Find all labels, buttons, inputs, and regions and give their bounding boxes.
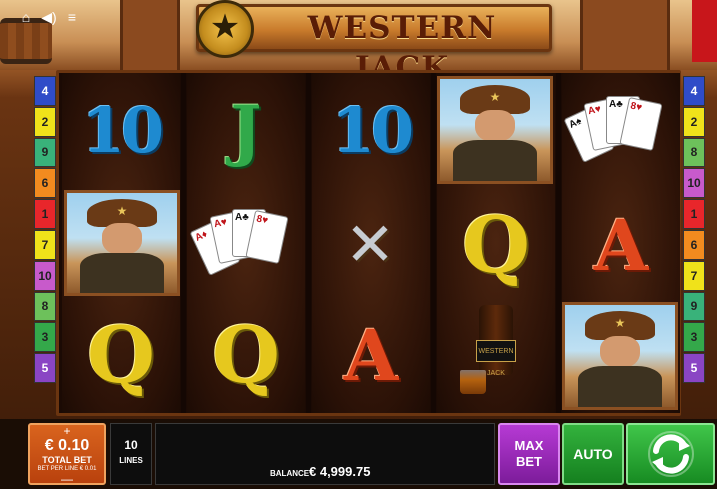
spin-button[interactable] (626, 423, 715, 485)
bet-value: € 0.10 (44, 437, 90, 454)
payline-marker: 3 (34, 322, 56, 353)
symbol-cowboy: ★ (437, 76, 553, 184)
symbol-cowboy: ★ (562, 302, 678, 410)
spin-icon (647, 431, 694, 477)
symbol-cards: A♦ A♥ A♣ 8♥ (189, 205, 298, 285)
payline-marker: 1 (34, 199, 56, 229)
payline-marker: 5 (683, 353, 705, 383)
menu-icon[interactable]: ≡ (64, 9, 80, 25)
bottle-label: WESTERN JACK (476, 340, 516, 377)
corner-flag (692, 0, 717, 62)
payline-marker: 8 (683, 137, 705, 168)
payline-marker: 2 (683, 106, 705, 137)
sound-icon[interactable]: ◀) (41, 9, 57, 25)
balance-value: € 4,999.75 (309, 464, 371, 479)
whiskey-glass-icon (460, 370, 486, 394)
total-bet-label: TOTAL BET (42, 455, 92, 465)
reel-separator (306, 73, 311, 413)
auto-button[interactable]: AUTO (562, 423, 624, 485)
payline-marker: 1 (683, 199, 705, 229)
payline-marker: 2 (34, 106, 56, 137)
payline-markers-left: 4 2 9 6 1 7 10 8 3 5 (34, 76, 56, 384)
star-icon: ★ (209, 8, 241, 46)
reel-separator (431, 73, 436, 413)
reel-separator (181, 73, 186, 413)
home-icon[interactable]: ⌂ (18, 9, 34, 25)
payline-marker: 4 (683, 76, 705, 106)
symbol-ten: 10 (331, 93, 414, 167)
reel-separator (556, 73, 561, 413)
symbol-ten: 10 (81, 93, 164, 167)
lines-value: 10 (124, 438, 138, 452)
bet-increase-button[interactable]: + (30, 425, 104, 437)
max-bet-button[interactable]: MAX BET (498, 423, 560, 485)
payline-marker: 9 (683, 291, 705, 322)
payline-marker: 3 (683, 322, 705, 353)
balance-label: BALANCE (270, 469, 310, 478)
symbol-ace: A (343, 313, 399, 397)
lines-control[interactable]: 10 LINES (110, 423, 152, 485)
symbol-queen: Q (87, 309, 155, 401)
payline-markers-right: 4 2 8 10 1 6 7 9 3 5 (683, 76, 705, 384)
symbol-cards: A♠ A♥ A♣ 8♥ (563, 92, 672, 172)
symbol-queen: Q (462, 199, 530, 291)
payline-marker: 9 (34, 137, 56, 168)
auto-label: AUTO (573, 446, 613, 462)
building (120, 0, 180, 70)
lines-label: LINES (119, 456, 143, 465)
total-bet-control[interactable]: + € 0.10 TOTAL BET BET PER LINE € 0.01 — (28, 423, 106, 486)
payline-marker: 5 (34, 353, 56, 383)
game-title: WESTERN JACK (307, 10, 497, 86)
max-bet-label: MAX BET (514, 438, 544, 469)
payline-marker: 8 (34, 291, 56, 322)
symbol-queen: Q (212, 309, 280, 401)
payline-marker: 7 (683, 260, 705, 291)
payline-marker: 10 (683, 168, 705, 199)
payline-marker: 10 (34, 260, 56, 291)
symbol-ace: A (593, 203, 649, 287)
building (580, 0, 670, 70)
symbol-cowboy: ★ (64, 190, 180, 296)
crossed-revolvers-icon: ✕ (344, 211, 396, 278)
payline-marker: 7 (34, 229, 56, 260)
payline-marker: 6 (34, 168, 56, 199)
payline-marker: 6 (683, 229, 705, 260)
payline-marker: 4 (34, 76, 56, 106)
bet-decrease-button[interactable]: — (30, 472, 104, 486)
symbol-jack: J (230, 91, 262, 169)
